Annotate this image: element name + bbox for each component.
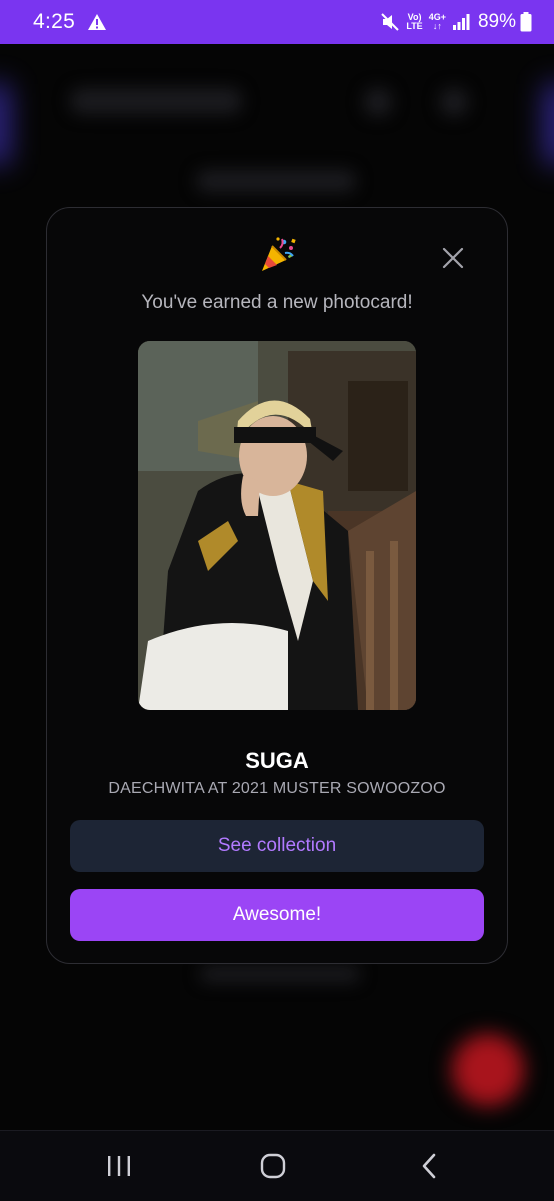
party-popper-icon (262, 237, 296, 271)
system-nav-bar (0, 1130, 554, 1201)
volte-indicator: Vo) LTE (406, 12, 423, 31)
close-icon[interactable] (441, 246, 465, 270)
mute-icon (381, 13, 400, 31)
see-collection-button[interactable]: See collection (70, 820, 484, 872)
back-button[interactable] (384, 1131, 474, 1201)
modal-title: You've earned a new photocard! (141, 292, 413, 313)
home-button[interactable] (228, 1131, 318, 1201)
home-icon (260, 1153, 286, 1179)
status-time: 4:25 (33, 10, 76, 33)
photocard-reward-modal: You've earned a new photocard! SUGA DAEC… (46, 207, 508, 964)
photocard-member-name: SUGA (245, 748, 309, 773)
battery-percent: 89% (477, 11, 516, 32)
status-bar-left: 4:25 (33, 10, 107, 34)
background-header-logo (70, 88, 242, 114)
warning-icon (88, 14, 107, 30)
background-header-icon (364, 88, 392, 116)
recents-icon (108, 1156, 130, 1176)
background-header-icon (440, 88, 468, 116)
background-footer-text (200, 966, 360, 982)
battery-icon (520, 12, 532, 32)
background-glow (0, 84, 10, 164)
back-icon (422, 1153, 436, 1179)
background-glow (544, 84, 554, 164)
photocard-illustration (138, 341, 416, 710)
awesome-button[interactable]: Awesome! (70, 889, 484, 941)
photocard-subtitle: DAECHWITA AT 2021 MUSTER SOWOOZOO (108, 780, 446, 797)
status-bar: 4:25 Vo) LTE 4G+ ↓↑ 89% (0, 0, 554, 44)
background-floating-button (452, 1034, 524, 1106)
signal-icon (452, 14, 470, 30)
photocard-image (138, 341, 416, 710)
network-indicator: 4G+ ↓↑ (428, 12, 446, 31)
status-bar-right: Vo) LTE 4G+ ↓↑ 89% (380, 11, 532, 33)
background-subtitle (196, 170, 356, 192)
recents-button[interactable] (74, 1131, 164, 1201)
